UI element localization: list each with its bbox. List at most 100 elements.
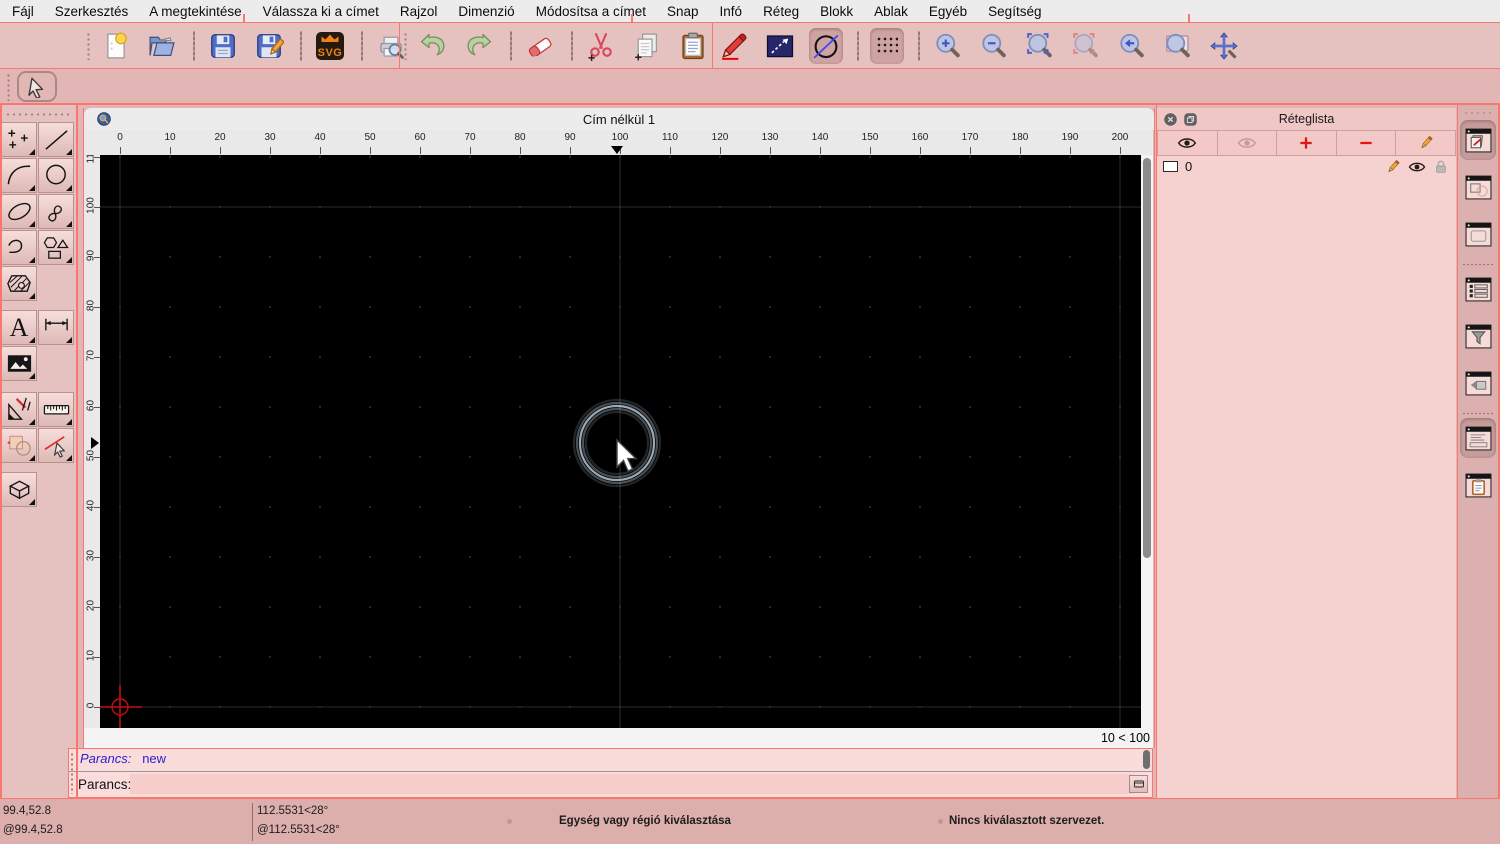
ellipse-tool-button[interactable] bbox=[1, 194, 37, 229]
paste-button[interactable] bbox=[676, 28, 710, 64]
scrollbar-thumb[interactable] bbox=[1143, 158, 1151, 558]
restrict-nothing-button[interactable] bbox=[809, 28, 843, 64]
erase-button[interactable] bbox=[523, 28, 557, 64]
dock-layer-list-toggle[interactable] bbox=[1460, 120, 1496, 160]
zoom-in-button[interactable] bbox=[931, 28, 965, 64]
zoom-out-button[interactable] bbox=[977, 28, 1011, 64]
modify-tool-button[interactable] bbox=[1, 392, 37, 427]
seam-line bbox=[0, 68, 1500, 70]
layer-list-titlebar[interactable]: Réteglista bbox=[1157, 108, 1456, 130]
svg-export-button[interactable]: SVG bbox=[313, 28, 347, 64]
layer-row[interactable]: 0 bbox=[1157, 156, 1456, 177]
copy-button[interactable] bbox=[630, 28, 664, 64]
menu-item[interactable]: Egyéb bbox=[929, 4, 967, 19]
ruler-tick-label: 40 bbox=[86, 492, 97, 520]
show-all-layers-eye-button[interactable] bbox=[1157, 130, 1217, 156]
menu-item[interactable]: Réteg bbox=[763, 4, 799, 19]
toolbar-drag-handle[interactable] bbox=[403, 32, 408, 60]
undo-button[interactable] bbox=[416, 28, 450, 64]
polygon-tool-button[interactable] bbox=[38, 230, 74, 265]
dock-selection-filter-toggle[interactable] bbox=[1460, 316, 1496, 356]
toolbar-group-edit bbox=[403, 23, 722, 68]
line-tool-button[interactable] bbox=[38, 122, 74, 157]
image-tool-button[interactable] bbox=[1, 346, 37, 381]
layer-lock-icon[interactable] bbox=[1432, 159, 1450, 175]
menu-item[interactable]: Blokk bbox=[820, 4, 853, 19]
ruler-tick bbox=[820, 147, 821, 154]
edit-layer-pencil-icon[interactable] bbox=[1384, 159, 1402, 175]
dock-command-line-toggle[interactable] bbox=[1460, 418, 1496, 458]
dock-bar-drag-handle[interactable] bbox=[1463, 111, 1493, 115]
scrollbar-thumb[interactable] bbox=[1143, 750, 1150, 769]
cube3d-tool-button[interactable] bbox=[1, 472, 37, 507]
points-tool-button[interactable] bbox=[1, 122, 37, 157]
keyboard-button[interactable] bbox=[1129, 775, 1148, 793]
grid-toggle-button[interactable] bbox=[870, 28, 904, 64]
zoom-previous-button[interactable] bbox=[1115, 28, 1149, 64]
ruler-tick-label: 70 bbox=[86, 342, 97, 370]
dock-entity-list-toggle[interactable] bbox=[1460, 269, 1496, 309]
zoom-auto-button[interactable] bbox=[1023, 28, 1057, 64]
menu-item[interactable]: Válassza ki a címet bbox=[263, 4, 379, 19]
seam-tick bbox=[631, 14, 633, 22]
pen-attributes-button[interactable] bbox=[717, 28, 751, 64]
cut-button[interactable] bbox=[584, 28, 618, 64]
command-history-scrollbar[interactable] bbox=[1143, 750, 1152, 770]
menu-item[interactable]: Rajzol bbox=[400, 4, 438, 19]
command-dock: Parancs: new Parancs: bbox=[68, 748, 1153, 798]
menu-item[interactable]: Segítség bbox=[988, 4, 1041, 19]
ruler-tick bbox=[320, 147, 321, 154]
save-button[interactable] bbox=[206, 28, 240, 64]
menu-item[interactable]: Ablak bbox=[874, 4, 908, 19]
add-layer-plus-button[interactable] bbox=[1276, 130, 1336, 156]
zoom-select-button[interactable] bbox=[1069, 28, 1103, 64]
ortho-mode-button[interactable] bbox=[763, 28, 797, 64]
drawing-canvas[interactable] bbox=[100, 155, 1141, 728]
toolbar-drag-handle[interactable] bbox=[86, 32, 91, 60]
command-input[interactable] bbox=[130, 774, 1134, 794]
select-arrow-button[interactable] bbox=[17, 71, 57, 102]
ruler-tick-label: 130 bbox=[755, 132, 785, 143]
menu-item[interactable]: Fájl bbox=[12, 4, 34, 19]
menu-item[interactable]: Módosítsa a címet bbox=[536, 4, 646, 19]
order-tool-button[interactable] bbox=[1, 428, 37, 463]
text-tool-button[interactable]: A bbox=[1, 310, 37, 345]
new-file-button[interactable] bbox=[99, 28, 133, 64]
layer-visible-eye-icon[interactable] bbox=[1408, 159, 1426, 175]
menu-item[interactable]: Snap bbox=[667, 4, 699, 19]
drawing-window-titlebar[interactable]: Cím nélkül 1 bbox=[84, 108, 1154, 130]
main-toolbar: SVG bbox=[0, 23, 1500, 68]
dock-clipboard-toggle[interactable] bbox=[1460, 465, 1496, 505]
menu-item[interactable]: A megtekintése bbox=[149, 4, 241, 19]
hide-all-layers-eye-button[interactable] bbox=[1217, 130, 1277, 156]
save-as-button[interactable] bbox=[252, 28, 286, 64]
canvas-vertical-scrollbar[interactable] bbox=[1141, 155, 1153, 728]
zoom-window-button[interactable] bbox=[1161, 28, 1195, 64]
ruler-tick-label: 160 bbox=[905, 132, 935, 143]
vertical-ruler: 0102030405060708090100110 bbox=[84, 155, 100, 728]
dimension-tool-button[interactable] bbox=[38, 310, 74, 345]
polyline-tool-button[interactable] bbox=[1, 230, 37, 265]
menu-item[interactable]: Infó bbox=[720, 4, 743, 19]
hatch-tool-button[interactable] bbox=[1, 266, 37, 301]
menu-item[interactable]: Dimenzió bbox=[458, 4, 514, 19]
spline-tool-button[interactable] bbox=[38, 194, 74, 229]
deselect-tool-button[interactable] bbox=[38, 428, 74, 463]
remove-layer-minus-button[interactable] bbox=[1336, 130, 1396, 156]
seam-tick bbox=[243, 14, 245, 22]
arc-tool-button[interactable] bbox=[1, 158, 37, 193]
menu-item[interactable]: Szerkesztés bbox=[55, 4, 129, 19]
dock-command-horn-toggle[interactable] bbox=[1460, 363, 1496, 403]
dock-library-browser-toggle[interactable] bbox=[1460, 214, 1496, 254]
open-file-button[interactable] bbox=[145, 28, 179, 64]
zoom-pan-button[interactable] bbox=[1207, 28, 1241, 64]
dock-block-list-toggle[interactable] bbox=[1460, 167, 1496, 207]
command-dock-drag-handle[interactable] bbox=[70, 752, 74, 794]
redo-button[interactable] bbox=[462, 28, 496, 64]
horizontal-ruler: 0102030405060708090100110120130140150160… bbox=[84, 130, 1153, 155]
toolbar-drag-handle[interactable] bbox=[6, 73, 11, 101]
circle-tool-button[interactable] bbox=[38, 158, 74, 193]
measure-tool-button[interactable] bbox=[38, 392, 74, 427]
palette-drag-handle[interactable] bbox=[5, 112, 69, 117]
edit-layer-pencil-button[interactable] bbox=[1395, 130, 1456, 156]
